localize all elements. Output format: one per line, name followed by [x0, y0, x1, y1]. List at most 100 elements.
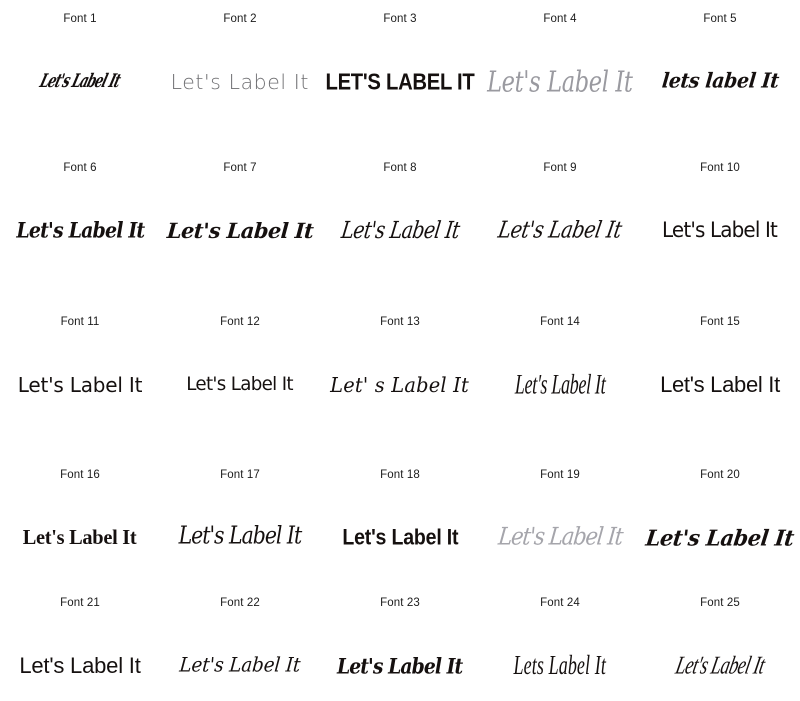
font-sample-cell-23[interactable]: Font 23 Let's Label It: [320, 597, 480, 696]
font-sample-text-15: Let's Label It: [660, 371, 780, 397]
font-label-3: Font 3: [383, 13, 417, 25]
font-sample-cell-7[interactable]: Font 7 Let's Label It: [160, 161, 320, 261]
font-preview-2: Let's Label It: [160, 52, 320, 112]
font-sample-cell-18[interactable]: Font 18 Let's Label It: [320, 468, 480, 568]
font-label-4: Font 4: [543, 13, 577, 25]
font-label-14: Font 14: [540, 316, 580, 328]
font-sample-row: Font 1 Let's Label It Font 2 Let's Label…: [0, 0, 800, 112]
font-sample-row: Font 21 Let's Label It Font 22 Let's Lab…: [0, 567, 800, 696]
font-preview-6: Let's Label It: [0, 200, 160, 260]
font-sample-text-9: Let's Label It: [496, 216, 624, 243]
font-sample-text-10: Let's Label It: [662, 217, 779, 242]
font-sample-row: Font 11 Let's Label It Font 12 Let's Lab…: [0, 260, 800, 415]
font-preview-18: Let's Label It: [320, 507, 480, 567]
font-sample-text-21: Let's Label It: [19, 652, 141, 678]
font-preview-13: Let' s Label It: [320, 355, 480, 415]
font-preview-4: Let's Label It: [480, 52, 640, 112]
font-sample-text-18: Let's Label It: [342, 524, 458, 550]
font-preview-9: Let's Label It: [480, 200, 640, 260]
font-sample-cell-13[interactable]: Font 13 Let' s Label It: [320, 316, 480, 415]
font-sample-text-24: Lets Label It: [513, 649, 607, 681]
font-sample-cell-1[interactable]: Font 1 Let's Label It: [0, 13, 160, 112]
font-preview-25: Let's Label It: [640, 636, 800, 696]
font-sample-text-23: Let's Label It: [337, 652, 463, 679]
font-sample-sheet: Font 1 Let's Label It Font 2 Let's Label…: [0, 0, 800, 701]
font-sample-text-22: Let's Label It: [178, 653, 302, 677]
font-sample-row: Font 16 Let's Label It Font 17 Let's Lab…: [0, 415, 800, 568]
font-sample-cell-25[interactable]: Font 25 Let's Label It: [640, 597, 800, 696]
font-sample-cell-6[interactable]: Font 6 Let's Label It: [0, 161, 160, 261]
font-sample-text-14: Let's Label It: [514, 367, 606, 401]
font-label-17: Font 17: [220, 468, 260, 481]
font-label-22: Font 22: [220, 597, 260, 609]
font-label-19: Font 19: [540, 468, 580, 481]
font-label-24: Font 24: [540, 597, 580, 609]
font-label-25: Font 25: [700, 597, 740, 609]
font-sample-cell-24[interactable]: Font 24 Lets Label It: [480, 597, 640, 696]
font-label-11: Font 11: [60, 316, 100, 328]
font-label-8: Font 8: [383, 161, 417, 174]
font-preview-23: Let's Label It: [320, 636, 480, 696]
font-preview-19: Let's Label It: [480, 507, 640, 567]
font-sample-text-11: Let's Label It: [17, 372, 143, 397]
font-sample-text-20: Let's Label It: [644, 524, 796, 550]
font-preview-5: lets label It: [640, 52, 800, 112]
font-sample-cell-2[interactable]: Font 2 Let's Label It: [160, 13, 320, 112]
font-preview-12: Let's Label It: [160, 355, 320, 415]
font-sample-cell-8[interactable]: Font 8 Let's Label It: [320, 161, 480, 261]
font-sample-cell-17[interactable]: Font 17 Let's Label It: [160, 468, 320, 568]
font-sample-text-16: Let's Label It: [23, 524, 137, 549]
font-preview-22: Let's Label It: [160, 636, 320, 696]
font-label-10: Font 10: [700, 161, 740, 174]
font-preview-17: Let's Label It: [160, 507, 320, 567]
font-sample-cell-12[interactable]: Font 12 Let's Label It: [160, 316, 320, 415]
font-label-7: Font 7: [223, 161, 257, 174]
font-sample-cell-10[interactable]: Font 10 Let's Label It: [640, 161, 800, 261]
font-sample-cell-5[interactable]: Font 5 lets label It: [640, 13, 800, 112]
font-label-5: Font 5: [703, 13, 737, 25]
font-sample-cell-9[interactable]: Font 9 Let's Label It: [480, 161, 640, 261]
font-label-6: Font 6: [63, 161, 97, 174]
font-label-21: Font 21: [60, 597, 100, 609]
font-label-13: Font 13: [380, 316, 420, 328]
font-label-15: Font 15: [700, 316, 740, 328]
font-sample-cell-14[interactable]: Font 14 Let's Label It: [480, 316, 640, 415]
font-sample-cell-22[interactable]: Font 22 Let's Label It: [160, 597, 320, 696]
font-label-9: Font 9: [543, 161, 577, 174]
font-label-12: Font 12: [220, 316, 260, 328]
font-sample-cell-3[interactable]: Font 3 LET'S LABEL IT: [320, 13, 480, 112]
font-label-2: Font 2: [223, 13, 257, 25]
font-sample-text-13: Let' s Label It: [330, 372, 470, 397]
font-sample-cell-4[interactable]: Font 4 Let's Label It: [480, 13, 640, 112]
font-sample-cell-19[interactable]: Font 19 Let's Label It: [480, 468, 640, 568]
font-sample-text-19: Let's Label It: [496, 522, 624, 551]
font-preview-24: Lets Label It: [480, 636, 640, 696]
font-label-18: Font 18: [380, 468, 420, 481]
font-sample-text-3: LET'S LABEL IT: [325, 67, 475, 95]
font-sample-text-4: Let's Label It: [487, 64, 633, 99]
font-preview-8: Let's Label It: [320, 200, 480, 260]
font-sample-cell-15[interactable]: Font 15 Let's Label It: [640, 316, 800, 415]
font-preview-7: Let's Label It: [160, 200, 320, 260]
font-preview-1: Let's Label It: [0, 52, 160, 112]
font-preview-10: Let's Label It: [640, 200, 800, 260]
font-sample-cell-11[interactable]: Font 11 Let's Label It: [0, 316, 160, 415]
font-preview-15: Let's Label It: [640, 355, 800, 415]
font-sample-cell-20[interactable]: Font 20 Let's Label It: [640, 468, 800, 568]
font-sample-cell-21[interactable]: Font 21 Let's Label It: [0, 597, 160, 696]
font-preview-11: Let's Label It: [0, 355, 160, 415]
font-label-20: Font 20: [700, 468, 740, 481]
font-sample-text-7: Let's Label It: [166, 217, 314, 243]
font-preview-14: Let's Label It: [480, 355, 640, 415]
font-sample-cell-16[interactable]: Font 16 Let's Label It: [0, 468, 160, 568]
font-sample-text-17: Let's Label It: [178, 522, 303, 551]
font-sample-text-1: Let's Label It: [37, 69, 123, 93]
font-sample-row: Font 6 Let's Label It Font 7 Let's Label…: [0, 112, 800, 261]
font-sample-text-12: Let's Label It: [186, 373, 294, 395]
font-preview-3: LET'S LABEL IT: [320, 52, 480, 112]
font-label-16: Font 16: [60, 468, 100, 481]
font-sample-text-8: Let's Label It: [339, 216, 461, 243]
font-sample-text-25: Let's Label It: [673, 650, 768, 680]
font-preview-21: Let's Label It: [0, 636, 160, 696]
font-label-1: Font 1: [63, 13, 97, 25]
